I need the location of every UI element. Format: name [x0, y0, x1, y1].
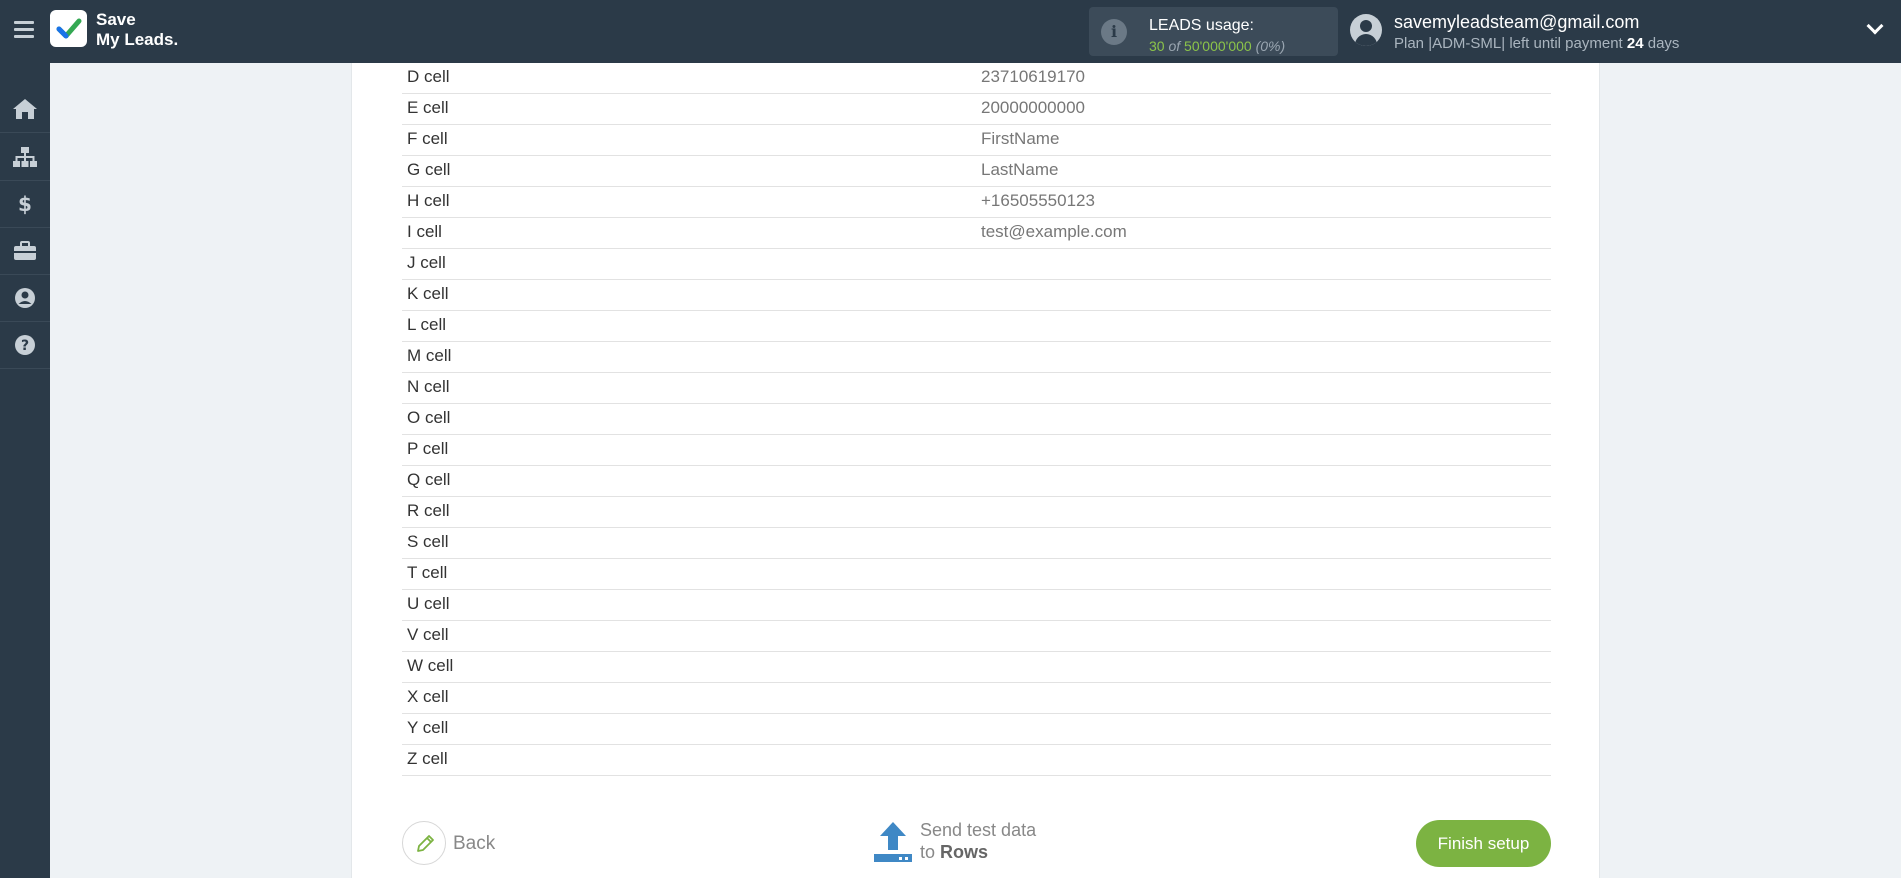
table-row: Y cell	[402, 714, 1551, 745]
home-icon	[13, 99, 37, 119]
sidebar-item-account[interactable]	[0, 275, 50, 322]
row-value: FirstName	[981, 129, 1060, 148]
table-row: X cell	[402, 683, 1551, 714]
user-icon	[15, 288, 35, 308]
table-row: H cell +16505550123	[402, 187, 1551, 218]
info-icon[interactable]: i	[1101, 19, 1127, 45]
dollar-icon: $	[18, 192, 32, 216]
row-label: O cell	[407, 408, 451, 427]
table-row: G cell LastName	[402, 156, 1551, 187]
row-value: 23710619170	[981, 67, 1086, 86]
row-label: L cell	[407, 315, 447, 334]
table-row: N cell	[402, 373, 1551, 404]
pencil-icon	[417, 835, 434, 852]
row-label: I cell	[407, 222, 442, 241]
table-row: E cell 20000000000	[402, 94, 1551, 125]
sidebar-item-home[interactable]	[0, 86, 50, 133]
row-label: H cell	[407, 191, 450, 210]
briefcase-icon	[14, 241, 36, 260]
usage-limit: 50'000'000	[1184, 38, 1252, 54]
row-value: test@example.com	[981, 222, 1127, 241]
plan-prefix: Plan |ADM-SML| left until payment	[1394, 35, 1623, 52]
row-label: Z cell	[407, 749, 448, 768]
table-row: Z cell	[402, 745, 1551, 776]
logo-line-2: My Leads.	[96, 30, 179, 49]
help-icon: ?	[15, 335, 35, 355]
row-label: M cell	[407, 346, 452, 365]
row-label: V cell	[407, 625, 449, 644]
sidebar-item-help[interactable]: ?	[0, 322, 50, 369]
table-row: K cell	[402, 280, 1551, 311]
usage-of: of	[1168, 38, 1181, 54]
row-label: W cell	[407, 656, 454, 675]
row-value: +16505550123	[981, 191, 1095, 210]
row-value: LastName	[981, 160, 1059, 179]
leads-usage-panel: i LEADS usage: 30 of 50'000'000 (0%)	[1089, 7, 1338, 56]
row-label: J cell	[407, 253, 446, 272]
sidebar: $ ?	[0, 63, 50, 878]
logo-line-1: Save	[96, 10, 136, 29]
table-row: U cell	[402, 590, 1551, 621]
plan-days-suffix: days	[1647, 35, 1680, 52]
table-row: O cell	[402, 404, 1551, 435]
row-label: P cell	[407, 439, 449, 458]
menu-icon[interactable]	[14, 21, 34, 39]
row-label: Y cell	[407, 718, 449, 737]
send-target: Rows	[940, 842, 989, 862]
upload-icon[interactable]	[872, 820, 914, 864]
content-card: D cell 23710619170 E cell 20000000000 F cell…	[351, 63, 1600, 878]
table-row: D cell 23710619170	[402, 63, 1551, 94]
svg-text:$: $	[18, 192, 32, 216]
table-row: W cell	[402, 652, 1551, 683]
row-label: G cell	[407, 160, 451, 179]
row-label: X cell	[407, 687, 449, 706]
sidebar-item-tools[interactable]	[0, 228, 50, 275]
svg-text:?: ?	[21, 338, 29, 354]
table-row: M cell	[402, 342, 1551, 373]
usage-label: LEADS usage:	[1149, 17, 1254, 34]
table-row: F cell FirstName	[402, 125, 1551, 156]
usage-percent: (0%)	[1255, 38, 1286, 54]
row-label: U cell	[407, 594, 450, 613]
finish-setup-button[interactable]: Finish setup	[1416, 820, 1551, 867]
send-test-target[interactable]: to Rows	[920, 842, 988, 863]
sidebar-item-billing[interactable]: $	[0, 181, 50, 228]
usage-value: 30 of 50'000'000 (0%)	[1149, 38, 1285, 54]
table-row: V cell	[402, 621, 1551, 652]
avatar[interactable]	[1350, 14, 1382, 46]
row-label: R cell	[407, 501, 450, 520]
table-row: P cell	[402, 435, 1551, 466]
send-to: to	[920, 842, 936, 862]
plan-days: 24	[1626, 35, 1644, 52]
sidebar-item-connections[interactable]	[0, 134, 50, 181]
table-row: T cell	[402, 559, 1551, 590]
row-label: F cell	[407, 129, 448, 148]
chevron-down-icon[interactable]	[1866, 17, 1884, 35]
row-label: Q cell	[407, 470, 451, 489]
row-label: T cell	[407, 563, 448, 582]
sitemap-icon	[13, 147, 37, 167]
logo-text[interactable]: Save My Leads.	[96, 10, 178, 50]
account-email[interactable]: savemyleadsteam@gmail.com	[1394, 12, 1639, 33]
table-row: R cell	[402, 497, 1551, 528]
table-row: S cell	[402, 528, 1551, 559]
row-value: 20000000000	[981, 98, 1086, 117]
back-button[interactable]	[402, 821, 446, 865]
logo-icon[interactable]	[50, 10, 87, 47]
usage-count: 30	[1149, 38, 1165, 54]
row-label: D cell	[407, 67, 450, 86]
row-label: K cell	[407, 284, 449, 303]
plan-info: Plan |ADM-SML| left until payment 24 day…	[1394, 35, 1679, 52]
table-row: L cell	[402, 311, 1551, 342]
row-label: E cell	[407, 98, 449, 117]
back-label[interactable]: Back	[453, 833, 495, 855]
top-bar: Save My Leads. i LEADS usage: 30 of 50'0…	[0, 0, 1901, 63]
table-row: J cell	[402, 249, 1551, 280]
send-test-label[interactable]: Send test data	[920, 820, 1036, 841]
row-label: S cell	[407, 532, 449, 551]
table-row: Q cell	[402, 466, 1551, 497]
row-label: N cell	[407, 377, 450, 396]
table-row: I cell test@example.com	[402, 218, 1551, 249]
